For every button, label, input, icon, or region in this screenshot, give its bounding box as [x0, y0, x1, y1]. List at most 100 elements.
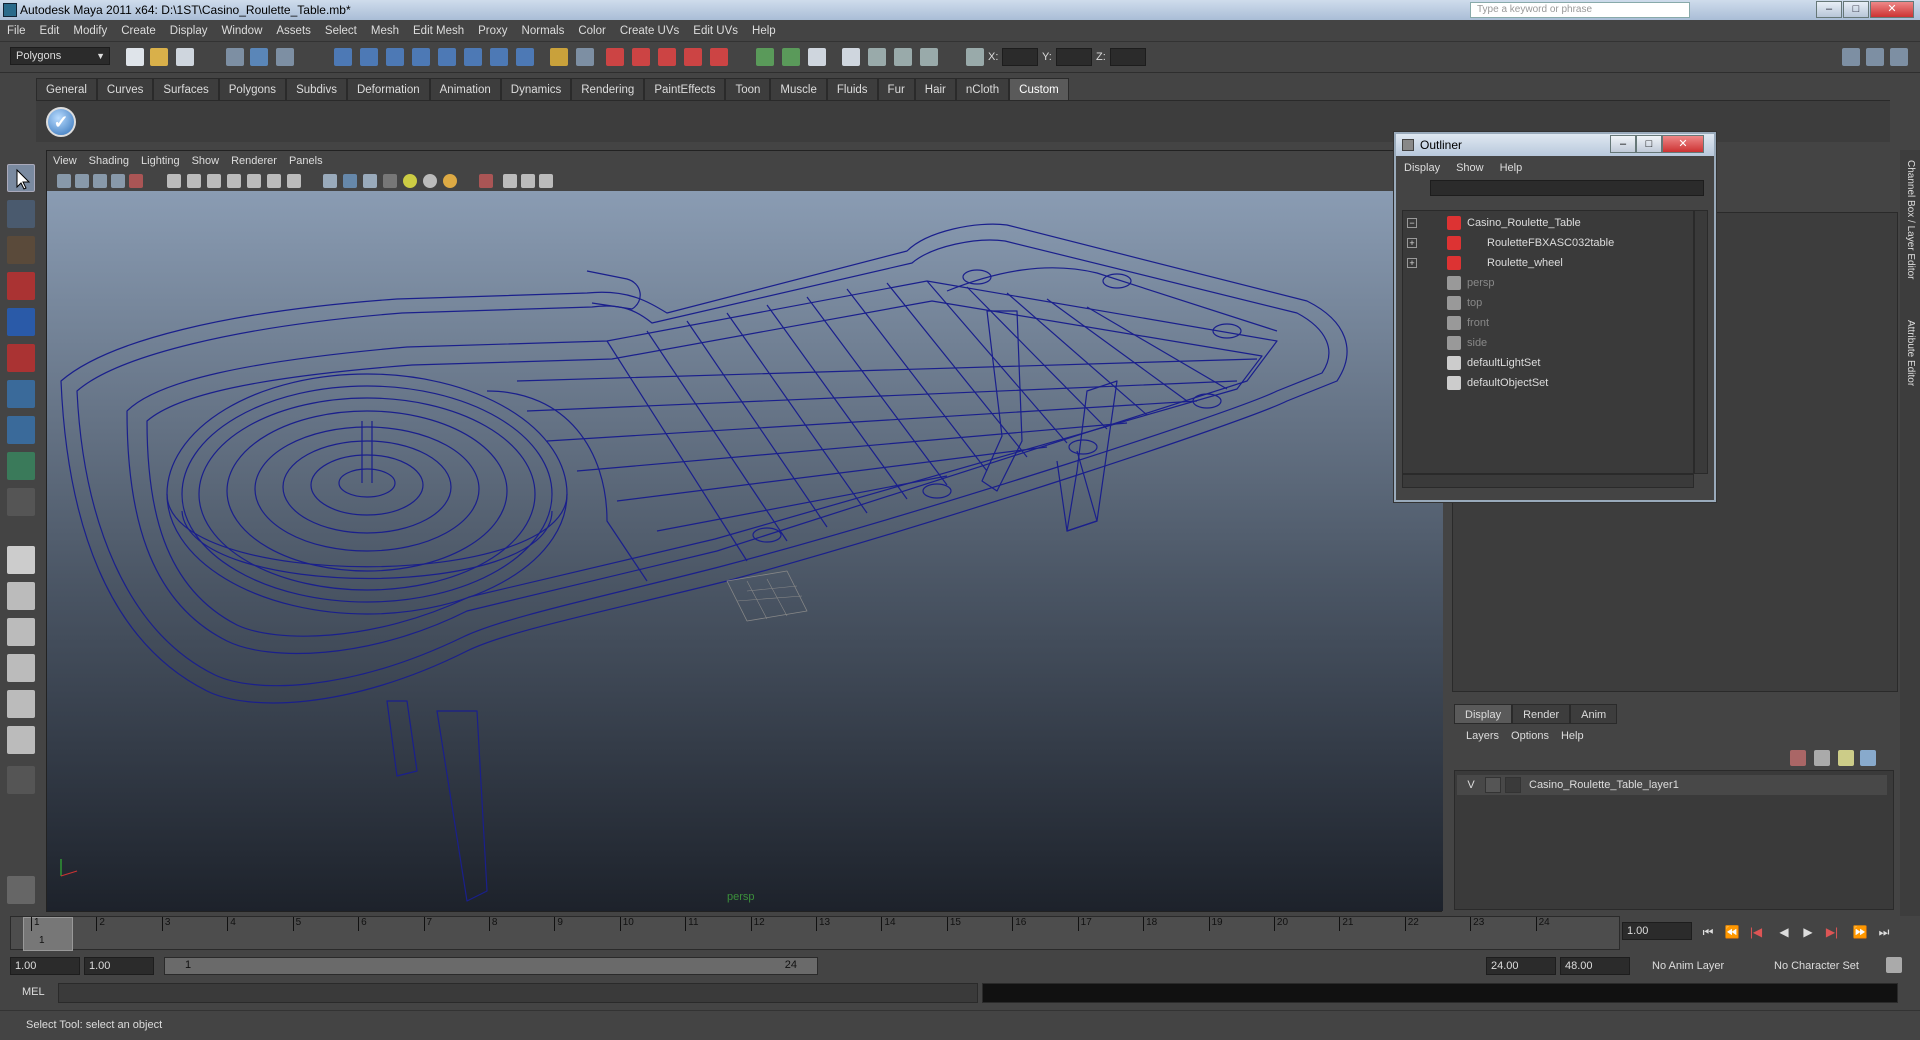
- expand-toggle-icon[interactable]: +: [1407, 258, 1417, 268]
- wireframe-on-shaded-icon[interactable]: [363, 174, 377, 188]
- show-manipulator-icon[interactable]: [7, 452, 35, 480]
- command-language-label[interactable]: MEL: [22, 986, 45, 998]
- layer-type-toggle[interactable]: [1485, 777, 1501, 793]
- safe-title-icon[interactable]: [287, 174, 301, 188]
- layer-menu-options[interactable]: Options: [1505, 726, 1555, 746]
- viewport-menu-panels[interactable]: Panels: [283, 151, 329, 171]
- animation-start-field[interactable]: 1.00: [10, 957, 80, 975]
- four-view-layout-icon[interactable]: [7, 582, 35, 610]
- playback-end-field[interactable]: 24.00: [1486, 957, 1556, 975]
- step-forward-frame-icon[interactable]: ▶|: [1824, 924, 1840, 940]
- layer-tab-anim[interactable]: Anim: [1570, 704, 1618, 724]
- outliner-item[interactable]: defaultLightSet: [1403, 353, 1693, 373]
- menu-file[interactable]: File: [0, 20, 33, 42]
- render-frame-icon[interactable]: [606, 48, 624, 66]
- outliner-vertical-scrollbar[interactable]: [1694, 210, 1708, 474]
- render-settings-icon[interactable]: [658, 48, 676, 66]
- image-plane-icon[interactable]: [111, 174, 125, 188]
- snap-point-icon[interactable]: [386, 48, 404, 66]
- film-gate-icon[interactable]: [187, 174, 201, 188]
- outliner-item[interactable]: front: [1403, 313, 1693, 333]
- close-button[interactable]: ✕: [1870, 1, 1914, 18]
- uv-editor-icon[interactable]: [894, 48, 912, 66]
- single-perspective-layout-icon[interactable]: [7, 546, 35, 574]
- outliner-item[interactable]: + Roulette_wheel: [1403, 253, 1693, 273]
- select-tool-icon[interactable]: [7, 164, 35, 192]
- anim-layer-dropdown[interactable]: No Anim Layer: [1648, 957, 1758, 975]
- snap-grid-icon[interactable]: [334, 48, 352, 66]
- xray-icon[interactable]: [503, 174, 517, 188]
- outliner-item[interactable]: persp: [1403, 273, 1693, 293]
- shelf-tab-ncloth[interactable]: nCloth: [955, 78, 1010, 100]
- shelf-tab-curves[interactable]: Curves: [96, 78, 154, 100]
- layout-options-icon[interactable]: [7, 766, 35, 794]
- shelf-tab-deformation[interactable]: Deformation: [346, 78, 430, 100]
- play-forwards-icon[interactable]: ▶: [1800, 924, 1816, 940]
- persp-outliner-layout-icon[interactable]: [7, 618, 35, 646]
- shelf-tab-painteffects[interactable]: PaintEffects: [644, 78, 726, 100]
- side-tab-channel-box[interactable]: Channel Box / Layer Editor: [1902, 160, 1918, 280]
- current-time-field[interactable]: 1.00: [1622, 922, 1692, 940]
- relationship-editor-icon[interactable]: [920, 48, 938, 66]
- xray-components-icon[interactable]: [539, 174, 553, 188]
- hypershade-persp-layout-icon[interactable]: [7, 690, 35, 718]
- select-object-icon[interactable]: [250, 48, 268, 66]
- input-ops-icon[interactable]: [464, 48, 482, 66]
- lock-icon[interactable]: [550, 48, 568, 66]
- viewport-menu-lighting[interactable]: Lighting: [135, 151, 186, 171]
- outliner-close-button[interactable]: ✕: [1662, 135, 1704, 153]
- select-camera-icon[interactable]: [57, 174, 71, 188]
- lasso-tool-icon[interactable]: [7, 200, 35, 228]
- dope-sheet-icon[interactable]: [782, 48, 800, 66]
- minimize-button[interactable]: –: [1816, 1, 1842, 18]
- new-scene-icon[interactable]: [126, 48, 144, 66]
- menu-mesh[interactable]: Mesh: [364, 20, 406, 42]
- animation-end-field[interactable]: 48.00: [1560, 957, 1630, 975]
- step-back-key-icon[interactable]: ⏪: [1724, 924, 1740, 940]
- shelf-tab-polygons[interactable]: Polygons: [218, 78, 287, 100]
- menu-set-selector[interactable]: Polygons ▼: [10, 47, 110, 65]
- viewport-menu-view[interactable]: View: [47, 151, 83, 171]
- outliner-item[interactable]: defaultObjectSet: [1403, 373, 1693, 393]
- outliner-minimize-button[interactable]: –: [1610, 135, 1636, 153]
- construction-history-icon[interactable]: [516, 48, 534, 66]
- outliner-title-bar[interactable]: Outliner – □ ✕: [1396, 134, 1714, 156]
- step-back-frame-icon[interactable]: |◀: [1748, 924, 1764, 940]
- hypergraph-icon[interactable]: [868, 48, 886, 66]
- key-icon[interactable]: [1886, 957, 1902, 973]
- menu-help[interactable]: Help: [745, 20, 783, 42]
- viewport-menu-shading[interactable]: Shading: [83, 151, 135, 171]
- open-scene-icon[interactable]: [150, 48, 168, 66]
- layer-menu-help[interactable]: Help: [1555, 726, 1590, 746]
- outliner-menu-help[interactable]: Help: [1492, 158, 1531, 178]
- menu-edit-uvs[interactable]: Edit UVs: [686, 20, 745, 42]
- menu-create[interactable]: Create: [114, 20, 163, 42]
- last-tool-icon[interactable]: [7, 488, 35, 516]
- menu-display[interactable]: Display: [163, 20, 215, 42]
- help-search-input[interactable]: Type a keyword or phrase: [1470, 2, 1690, 18]
- layer-row[interactable]: V Casino_Roulette_Table_layer1: [1457, 775, 1887, 795]
- save-scene-icon[interactable]: [176, 48, 194, 66]
- range-slider[interactable]: 1 24: [164, 957, 818, 975]
- outliner-maximize-button[interactable]: □: [1636, 135, 1662, 153]
- outliner-item[interactable]: side: [1403, 333, 1693, 353]
- side-tab-attribute-editor[interactable]: Attribute Editor: [1902, 320, 1918, 386]
- camera-attributes-icon[interactable]: [75, 174, 89, 188]
- persp-graph-layout-icon[interactable]: [7, 654, 35, 682]
- layer-visibility-toggle[interactable]: V: [1463, 777, 1479, 793]
- checkmark-icon[interactable]: ✓: [46, 107, 76, 137]
- maximize-button[interactable]: □: [1843, 1, 1869, 18]
- menu-normals[interactable]: Normals: [515, 20, 572, 42]
- outliner-horizontal-scrollbar[interactable]: [1402, 474, 1694, 488]
- transform-input-icon[interactable]: [966, 48, 984, 66]
- shelf-tab-custom[interactable]: Custom: [1009, 78, 1069, 100]
- command-input[interactable]: [58, 983, 978, 1003]
- create-layer-icon[interactable]: [1838, 750, 1854, 766]
- snap-plane-icon[interactable]: [412, 48, 430, 66]
- menu-window[interactable]: Window: [214, 20, 269, 42]
- play-backwards-icon[interactable]: ◀: [1776, 924, 1792, 940]
- shelf-tab-rendering[interactable]: Rendering: [571, 78, 645, 100]
- shelf-tab-subdivs[interactable]: Subdivs: [286, 78, 347, 100]
- xray-joints-icon[interactable]: [521, 174, 535, 188]
- outliner-filter-input[interactable]: [1430, 180, 1704, 196]
